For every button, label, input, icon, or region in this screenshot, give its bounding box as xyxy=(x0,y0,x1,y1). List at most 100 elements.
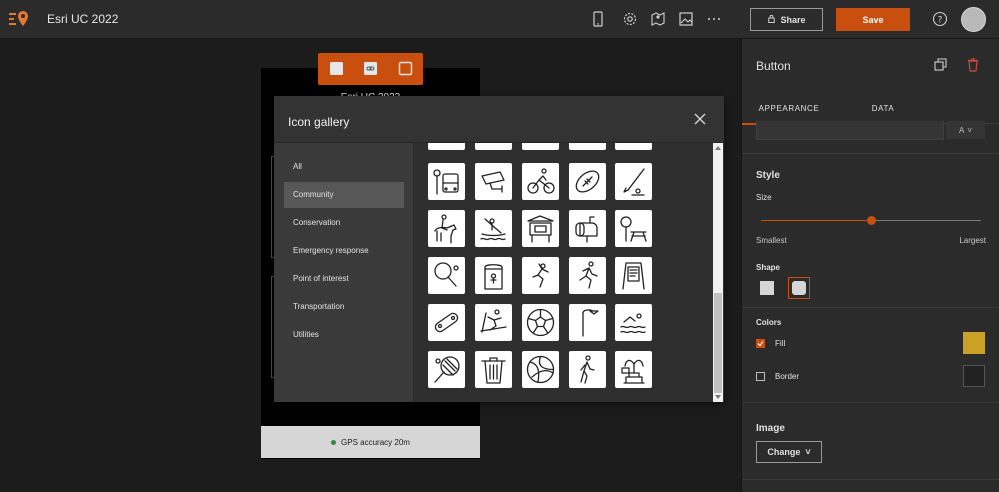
category-list: All Community Conservation Emergency respon… xyxy=(274,143,414,402)
icon-tile[interactable] xyxy=(428,304,465,341)
kiosk-icon xyxy=(527,215,554,243)
tab-data[interactable]: DATA xyxy=(836,97,930,123)
select-value: A xyxy=(958,125,965,135)
icon-tile[interactable] xyxy=(615,351,652,388)
divider xyxy=(742,479,999,480)
fill-color-swatch[interactable] xyxy=(963,332,985,354)
security-camera-icon xyxy=(481,171,505,193)
gps-status-bar: GPS accuracy 20m xyxy=(261,426,480,458)
scrollbar-thumb[interactable] xyxy=(714,293,722,393)
icon-tile[interactable] xyxy=(428,257,465,294)
icon-tile[interactable] xyxy=(569,143,606,150)
size-label: Size xyxy=(756,193,772,202)
icon-tile[interactable] xyxy=(522,304,559,341)
icon-tile[interactable] xyxy=(475,351,512,388)
divider xyxy=(742,153,999,154)
avatar[interactable] xyxy=(961,7,986,32)
skiing-icon xyxy=(480,309,507,333)
mailbox-icon xyxy=(575,216,598,243)
icon-tile[interactable] xyxy=(475,163,512,200)
image-heading: Image xyxy=(756,423,785,434)
icon-tile[interactable] xyxy=(569,163,606,200)
icon-tile[interactable] xyxy=(569,351,606,388)
scrollbar[interactable] xyxy=(713,143,723,402)
link-icon[interactable] xyxy=(363,61,378,76)
help-icon[interactable]: ? xyxy=(931,10,949,28)
border-color-swatch[interactable] xyxy=(963,365,985,387)
icon-tile[interactable] xyxy=(615,257,652,294)
icon-tile[interactable] xyxy=(475,210,512,247)
icon-tile[interactable] xyxy=(428,163,465,200)
trash-can-icon xyxy=(481,357,506,384)
scroll-down-icon[interactable] xyxy=(715,395,721,399)
logo-icon[interactable] xyxy=(8,8,30,30)
portable-toilet-icon xyxy=(484,264,503,290)
icon-tile[interactable] xyxy=(475,257,512,294)
icon-tile[interactable] xyxy=(428,351,465,388)
icon-tile[interactable] xyxy=(569,257,606,294)
icon-tile[interactable] xyxy=(615,163,652,200)
delete-icon[interactable] xyxy=(964,56,982,74)
shape-square-button[interactable] xyxy=(756,277,778,299)
picnic-area-icon xyxy=(620,216,647,242)
category-item[interactable]: Utilities xyxy=(284,322,404,348)
duplicate-icon[interactable] xyxy=(398,61,413,76)
icon-tile[interactable] xyxy=(522,143,559,150)
image-icon[interactable] xyxy=(677,10,695,28)
category-item[interactable]: Conservation xyxy=(284,210,404,236)
icon-gallery-modal: Icon gallery All Community Conservation Eme… xyxy=(274,96,724,402)
text-input[interactable] xyxy=(756,121,944,140)
gps-label: GPS accuracy 20m xyxy=(341,437,410,447)
icon-tile[interactable] xyxy=(522,257,559,294)
icon-tile[interactable] xyxy=(522,351,559,388)
icon-tile[interactable] xyxy=(569,304,606,341)
share-button[interactable]: Share xyxy=(750,8,823,31)
icon-tile[interactable] xyxy=(615,143,652,150)
select-icon[interactable] xyxy=(329,61,344,76)
divider xyxy=(742,307,999,308)
settings-icon[interactable] xyxy=(621,10,639,28)
icon-tile[interactable] xyxy=(475,143,512,150)
icon-tile[interactable] xyxy=(615,304,652,341)
bus-stop-icon xyxy=(433,169,459,195)
properties-panel: Button APPEARANCE DATA A ˅ Style Size Sm… xyxy=(741,39,999,492)
running-icon xyxy=(579,261,598,289)
change-image-button[interactable]: Change ˅ xyxy=(756,441,822,463)
size-min-label: Smallest xyxy=(756,236,787,245)
icon-tile[interactable] xyxy=(569,210,606,247)
scroll-up-icon[interactable] xyxy=(715,146,721,150)
icon-tile[interactable] xyxy=(522,163,559,200)
floating-toolbar xyxy=(318,53,423,85)
category-item[interactable]: All xyxy=(284,154,404,180)
fill-checkbox[interactable] xyxy=(756,339,765,348)
icon-tile[interactable] xyxy=(475,304,512,341)
cyclist-icon xyxy=(527,168,555,194)
category-item[interactable]: Community xyxy=(284,182,404,208)
close-icon[interactable] xyxy=(693,112,707,126)
icon-tile[interactable] xyxy=(428,143,465,150)
icon-tile[interactable] xyxy=(428,210,465,247)
category-item[interactable]: Transportation xyxy=(284,294,404,320)
mobile-preview-icon[interactable] xyxy=(589,10,607,28)
panel-tabs: APPEARANCE DATA xyxy=(742,97,999,125)
category-item[interactable]: Point of interest xyxy=(284,266,404,292)
copy-icon[interactable] xyxy=(932,56,950,74)
size-slider-handle[interactable] xyxy=(866,216,876,225)
size-slider-fill xyxy=(761,220,871,221)
icon-tile[interactable] xyxy=(522,210,559,247)
icon-tile[interactable] xyxy=(615,210,652,247)
border-checkbox[interactable] xyxy=(756,372,765,381)
map-pin-icon[interactable] xyxy=(649,10,667,28)
share-label: Share xyxy=(780,14,806,25)
icon-grid xyxy=(414,143,714,402)
save-button[interactable]: Save xyxy=(836,8,910,31)
more-icon[interactable] xyxy=(705,10,723,28)
soccer-ball-icon xyxy=(526,308,555,337)
shape-rounded-button[interactable] xyxy=(788,277,810,299)
category-item[interactable]: Emergency response xyxy=(284,238,404,264)
text-style-select[interactable]: A ˅ xyxy=(946,121,985,139)
change-label: Change xyxy=(767,447,801,457)
tennis-icon xyxy=(434,356,460,383)
fill-label: Fill xyxy=(775,339,786,348)
top-bar: Esri UC 2022 Share Save ? xyxy=(0,0,999,39)
